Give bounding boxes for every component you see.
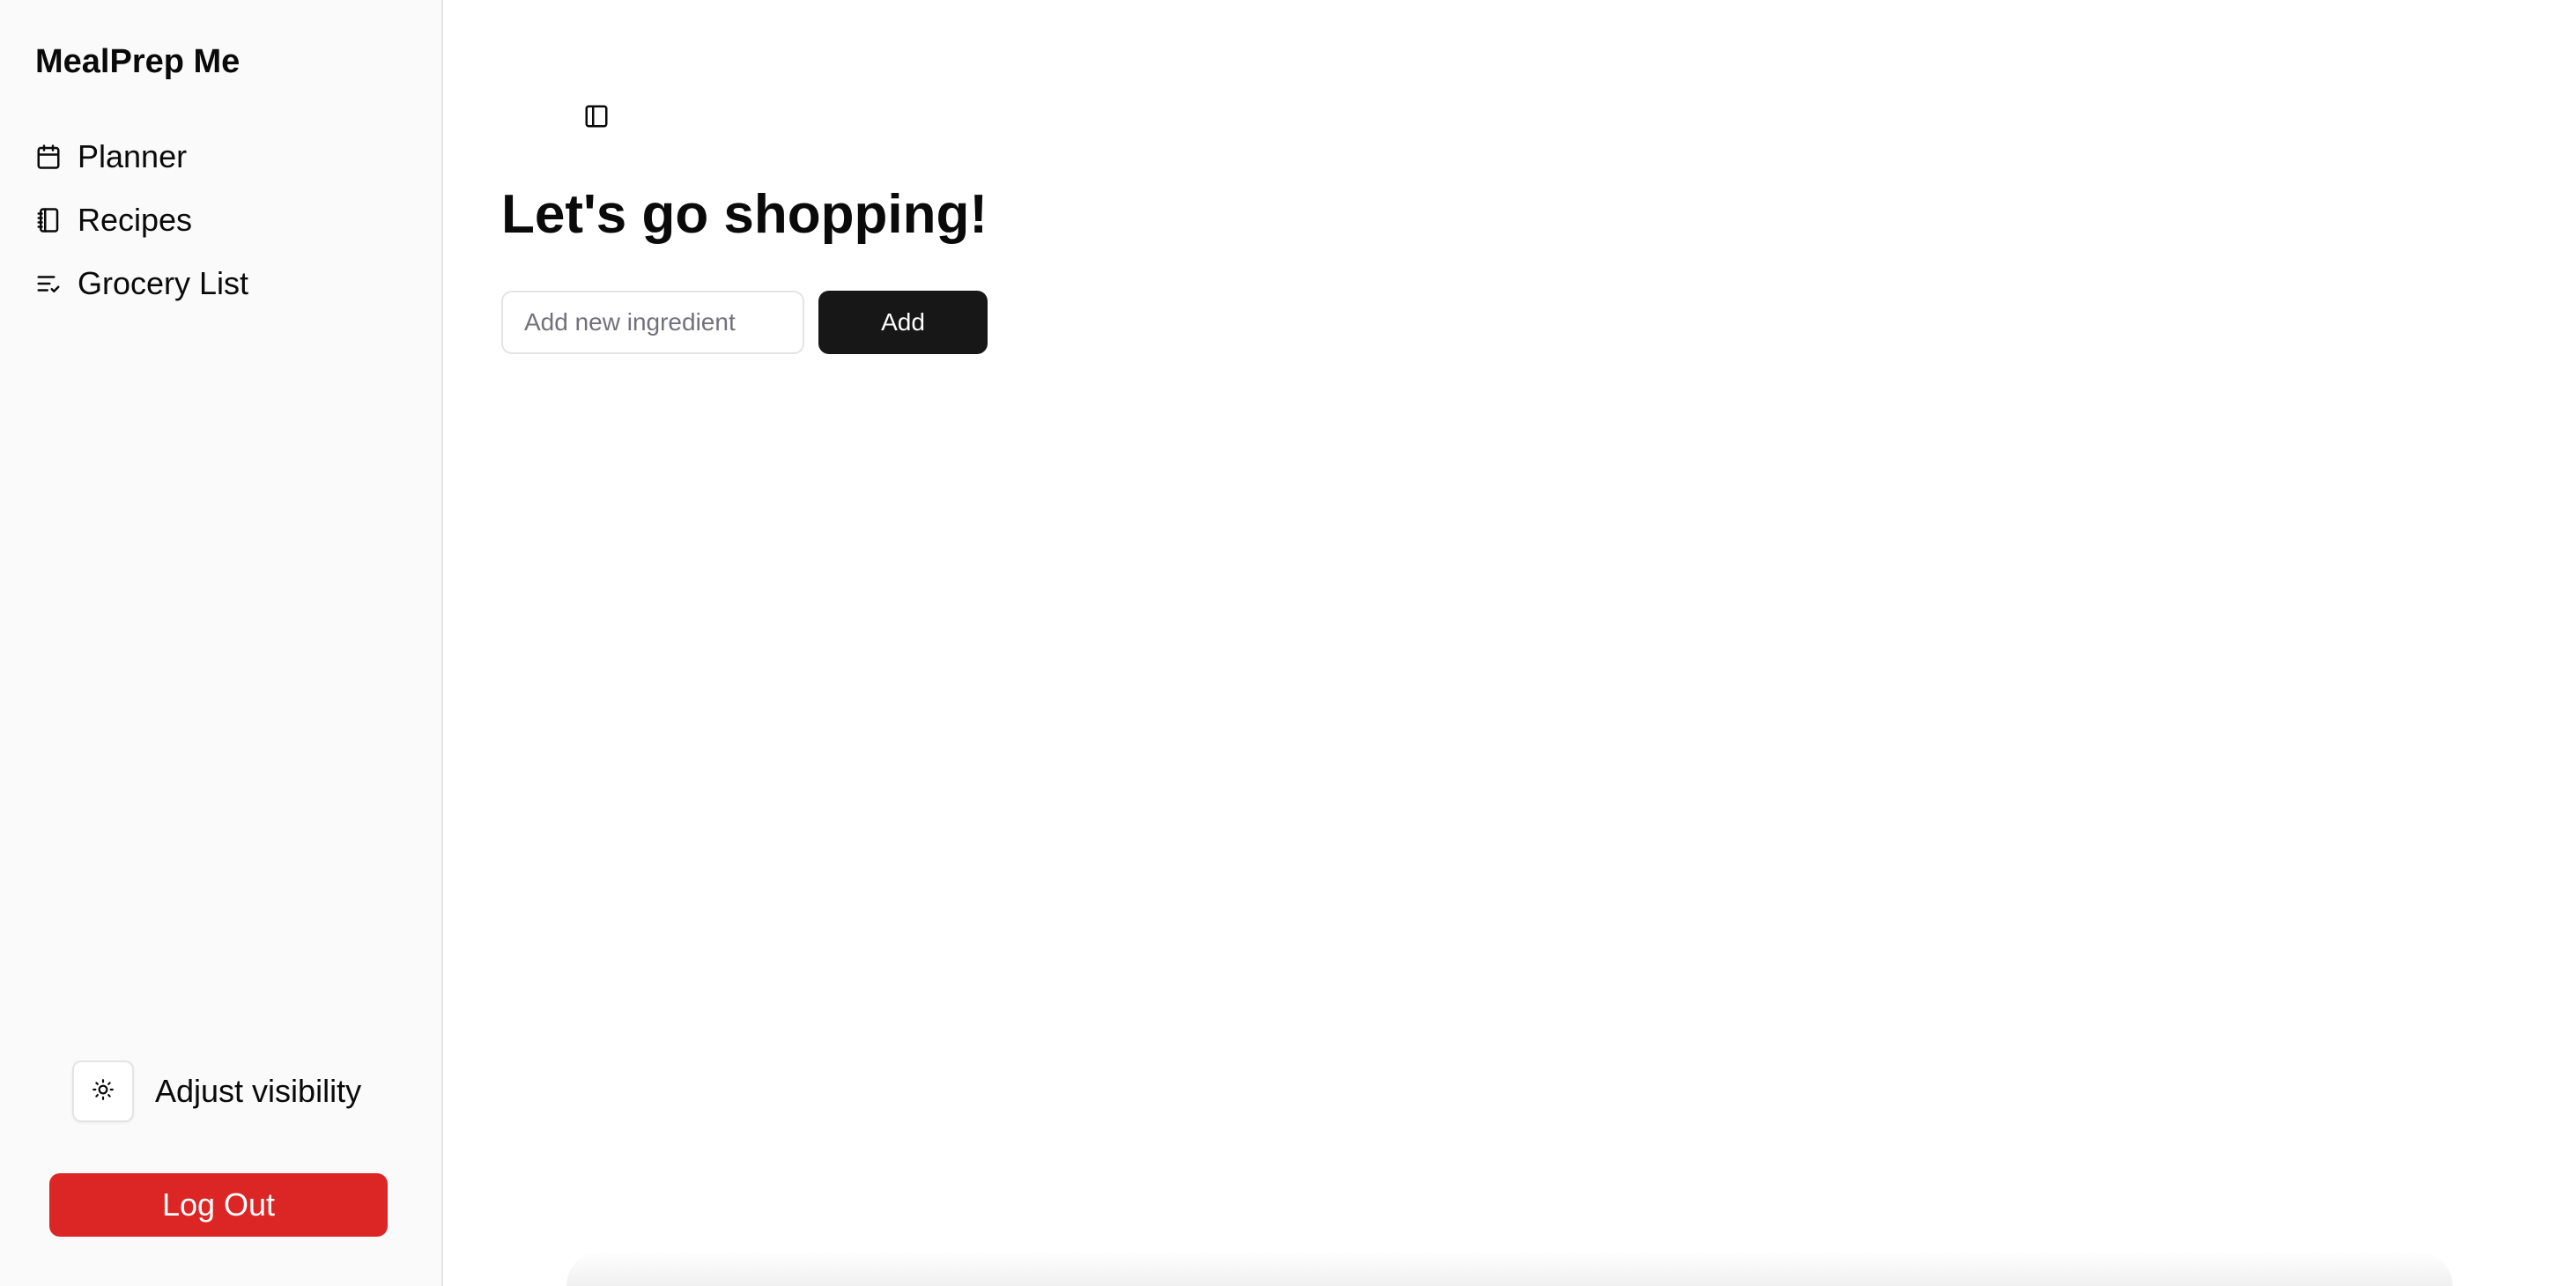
add-ingredient-form: Add — [501, 291, 988, 354]
sidebar-item-recipes[interactable]: Recipes — [35, 196, 423, 245]
sidebar: MealPrep Me Planner Recipes Grocery List… — [0, 0, 443, 1286]
ingredient-input[interactable] — [501, 291, 804, 354]
main-content: Let's go shopping! Add — [443, 0, 2576, 1286]
visibility-label: Adjust visibility — [155, 1073, 362, 1109]
app-window: MealPrep Me Planner Recipes Grocery List… — [0, 0, 2576, 1286]
panel-left-icon — [583, 103, 610, 134]
sidebar-item-grocery-list[interactable]: Grocery List — [35, 259, 423, 308]
page-title: Let's go shopping! — [501, 184, 988, 245]
list-check-icon — [35, 270, 62, 297]
sidebar-toggle-button[interactable] — [575, 97, 618, 139]
sidebar-item-label: Grocery List — [78, 265, 249, 301]
notebook-icon — [35, 207, 62, 233]
sidebar-item-label: Recipes — [78, 202, 193, 238]
sidebar-item-label: Planner — [78, 138, 188, 174]
bottom-shadow — [566, 1251, 2453, 1286]
sidebar-nav: Planner Recipes Grocery List — [35, 132, 423, 322]
visibility-toggle-button[interactable] — [72, 1061, 134, 1122]
app-brand: MealPrep Me — [35, 43, 241, 80]
sidebar-item-planner[interactable]: Planner — [35, 132, 423, 181]
sun-icon — [92, 1078, 115, 1105]
logout-button[interactable]: Log Out — [49, 1173, 388, 1237]
visibility-control: Adjust visibility — [72, 1061, 361, 1122]
calendar-icon — [35, 144, 62, 170]
add-button[interactable]: Add — [818, 291, 988, 354]
